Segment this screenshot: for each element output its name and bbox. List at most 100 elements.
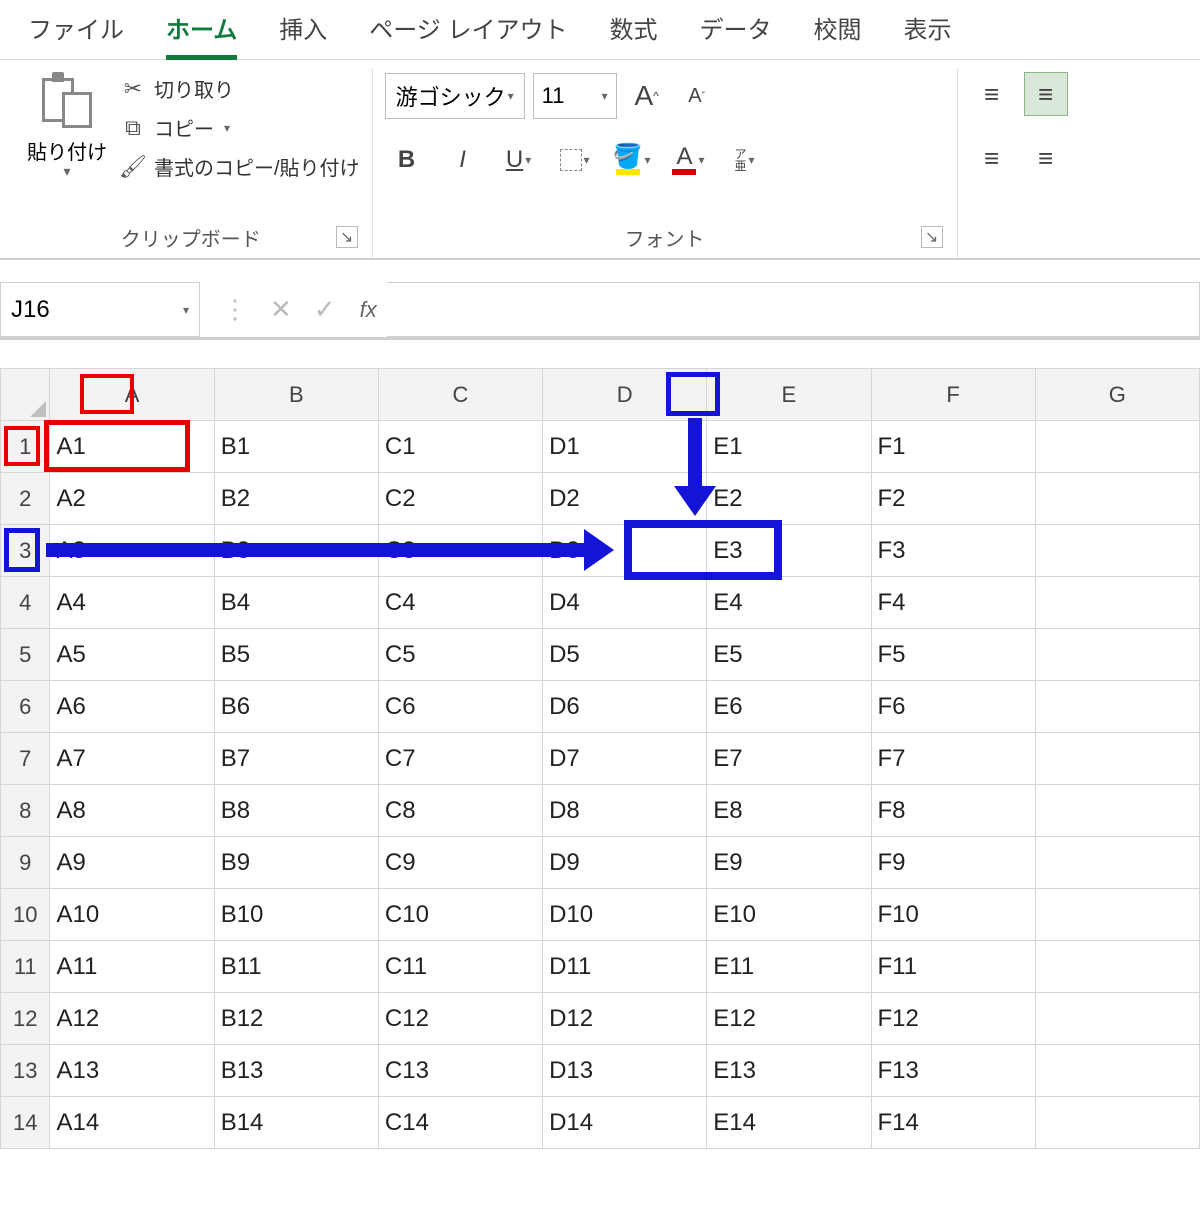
cell-B11[interactable]: B11 xyxy=(214,941,378,993)
cell-G13[interactable] xyxy=(1035,1045,1199,1097)
cell-F14[interactable]: F14 xyxy=(871,1097,1035,1149)
cell-B6[interactable]: B6 xyxy=(214,681,378,733)
cell-E12[interactable]: E12 xyxy=(707,993,871,1045)
dialog-launcher-icon[interactable]: ↘ xyxy=(336,226,358,248)
cell-F3[interactable]: F3 xyxy=(871,525,1035,577)
cancel-icon[interactable]: ✕ xyxy=(270,294,292,325)
cell-E14[interactable]: E14 xyxy=(707,1097,871,1149)
cell-D13[interactable]: D13 xyxy=(543,1045,707,1097)
col-header-G[interactable]: G xyxy=(1035,369,1199,421)
row-header-9[interactable]: 9 xyxy=(1,837,50,889)
cell-A10[interactable]: A10 xyxy=(50,889,214,941)
cell-E8[interactable]: E8 xyxy=(707,785,871,837)
cell-B2[interactable]: B2 xyxy=(214,473,378,525)
font-color-button[interactable]: A ▾ xyxy=(666,136,710,184)
row-header-1[interactable]: 1 xyxy=(1,421,50,473)
cell-B4[interactable]: B4 xyxy=(214,577,378,629)
cell-E9[interactable]: E9 xyxy=(707,837,871,889)
cell-F13[interactable]: F13 xyxy=(871,1045,1035,1097)
cell-C4[interactable]: C4 xyxy=(378,577,542,629)
cell-G11[interactable] xyxy=(1035,941,1199,993)
tab-file[interactable]: ファイル xyxy=(28,10,124,55)
cell-B8[interactable]: B8 xyxy=(214,785,378,837)
borders-button[interactable]: ▾ xyxy=(553,136,597,184)
cell-B9[interactable]: B9 xyxy=(214,837,378,889)
cell-D3[interactable]: D3 xyxy=(543,525,707,577)
col-header-A[interactable]: A xyxy=(50,369,214,421)
cell-D7[interactable]: D7 xyxy=(543,733,707,785)
cell-G14[interactable] xyxy=(1035,1097,1199,1149)
tab-formulas[interactable]: 数式 xyxy=(609,10,657,55)
fill-color-button[interactable]: 🪣 ▾ xyxy=(609,136,655,184)
cell-C5[interactable]: C5 xyxy=(378,629,542,681)
cell-C3[interactable]: C3 xyxy=(378,525,542,577)
cell-D10[interactable]: D10 xyxy=(543,889,707,941)
cell-A14[interactable]: A14 xyxy=(50,1097,214,1149)
cell-C10[interactable]: C10 xyxy=(378,889,542,941)
cell-F12[interactable]: F12 xyxy=(871,993,1035,1045)
cell-E1[interactable]: E1 xyxy=(707,421,871,473)
chevron-down-icon[interactable]: ▾ xyxy=(63,163,70,180)
cell-D5[interactable]: D5 xyxy=(543,629,707,681)
bold-button[interactable]: B xyxy=(385,136,429,184)
cell-E6[interactable]: E6 xyxy=(707,681,871,733)
cell-D2[interactable]: D2 xyxy=(543,473,707,525)
cell-F8[interactable]: F8 xyxy=(871,785,1035,837)
col-header-F[interactable]: F xyxy=(871,369,1035,421)
copy-button[interactable]: ⧉ コピー ▾ xyxy=(120,113,360,142)
row-header-3[interactable]: 3 xyxy=(1,525,50,577)
row-header-4[interactable]: 4 xyxy=(1,577,50,629)
cell-B10[interactable]: B10 xyxy=(214,889,378,941)
cut-button[interactable]: ✂ 切り取り xyxy=(120,74,360,103)
options-icon[interactable]: ⋮ xyxy=(222,294,248,325)
align-middle-button[interactable]: ≡ xyxy=(1024,72,1068,116)
cell-B14[interactable]: B14 xyxy=(214,1097,378,1149)
cell-F2[interactable]: F2 xyxy=(871,473,1035,525)
cell-G5[interactable] xyxy=(1035,629,1199,681)
cell-E5[interactable]: E5 xyxy=(707,629,871,681)
tab-insert[interactable]: 挿入 xyxy=(279,10,327,55)
paste-button[interactable]: 貼り付け ▾ xyxy=(22,68,112,180)
chevron-down-icon[interactable]: ▾ xyxy=(183,303,189,317)
cell-C1[interactable]: C1 xyxy=(378,421,542,473)
cell-A11[interactable]: A11 xyxy=(50,941,214,993)
cell-C6[interactable]: C6 xyxy=(378,681,542,733)
cell-G2[interactable] xyxy=(1035,473,1199,525)
cell-C9[interactable]: C9 xyxy=(378,837,542,889)
row-header-7[interactable]: 7 xyxy=(1,733,50,785)
shrink-font-button[interactable]: Aˇ xyxy=(675,72,719,120)
cell-F11[interactable]: F11 xyxy=(871,941,1035,993)
cell-E4[interactable]: E4 xyxy=(707,577,871,629)
cell-G3[interactable] xyxy=(1035,525,1199,577)
row-header-11[interactable]: 11 xyxy=(1,941,50,993)
row-header-12[interactable]: 12 xyxy=(1,993,50,1045)
cell-B3[interactable]: B3 xyxy=(214,525,378,577)
font-size-dropdown[interactable]: 11 ▾ xyxy=(533,73,617,119)
tab-review[interactable]: 校閲 xyxy=(813,10,861,55)
cell-C8[interactable]: C8 xyxy=(378,785,542,837)
chevron-down-icon[interactable]: ▾ xyxy=(224,121,230,135)
align-top-button[interactable]: ≡ xyxy=(970,72,1014,116)
cell-F10[interactable]: F10 xyxy=(871,889,1035,941)
cell-A13[interactable]: A13 xyxy=(50,1045,214,1097)
cell-G4[interactable] xyxy=(1035,577,1199,629)
cell-E2[interactable]: E2 xyxy=(707,473,871,525)
row-header-14[interactable]: 14 xyxy=(1,1097,50,1149)
row-header-2[interactable]: 2 xyxy=(1,473,50,525)
cell-G1[interactable] xyxy=(1035,421,1199,473)
cell-F1[interactable]: F1 xyxy=(871,421,1035,473)
cell-A1[interactable]: A1 xyxy=(50,421,214,473)
cell-C2[interactable]: C2 xyxy=(378,473,542,525)
font-name-dropdown[interactable]: 游ゴシック ▾ xyxy=(385,73,525,119)
cell-D11[interactable]: D11 xyxy=(543,941,707,993)
cell-A3[interactable]: A3 xyxy=(50,525,214,577)
cell-E7[interactable]: E7 xyxy=(707,733,871,785)
cell-B7[interactable]: B7 xyxy=(214,733,378,785)
cell-E13[interactable]: E13 xyxy=(707,1045,871,1097)
underline-button[interactable]: U▾ xyxy=(497,136,541,184)
cell-G10[interactable] xyxy=(1035,889,1199,941)
format-painter-button[interactable]: 🖌 書式のコピー/貼り付け xyxy=(120,152,360,181)
tab-data[interactable]: データ xyxy=(699,10,771,55)
italic-button[interactable]: I xyxy=(441,136,485,184)
cell-F6[interactable]: F6 xyxy=(871,681,1035,733)
